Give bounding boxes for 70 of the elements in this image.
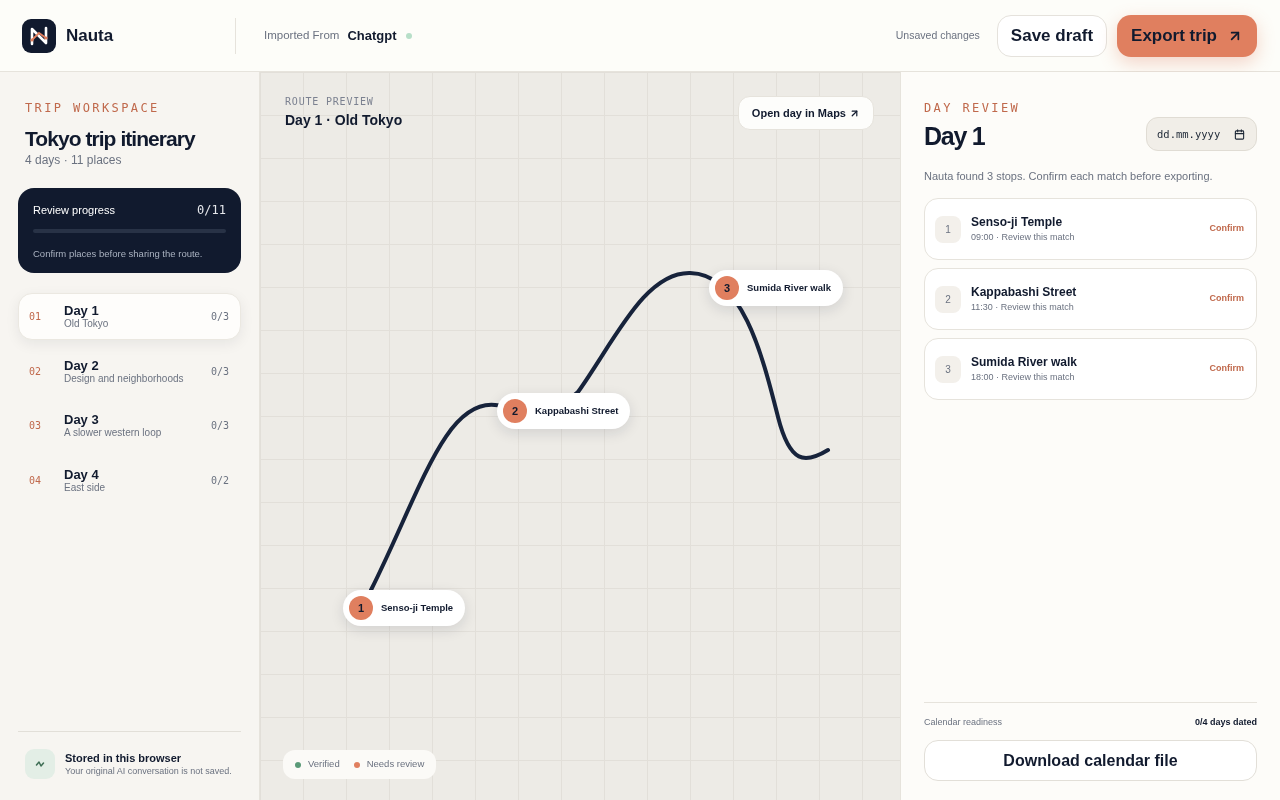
marker-name: Kappabashi Street — [535, 403, 619, 418]
day-number: 03 — [29, 419, 43, 433]
stop-number: 2 — [935, 285, 961, 313]
progress-count: 0/11 — [197, 202, 226, 218]
map-marker[interactable]: 2 Kappabashi Street — [497, 393, 631, 429]
stop-name: Senso-ji Temple — [971, 215, 1064, 230]
download-calendar-button[interactable]: Download calendar file — [924, 740, 1257, 781]
day-count: 0/3 — [210, 419, 229, 433]
stop-name: Kappabashi Street — [971, 285, 1077, 300]
trip-summary: 4 days · 11 places — [25, 152, 123, 168]
day-count: 0/2 — [210, 473, 229, 488]
day-item[interactable]: 01 Day 1 Old Tokyo 0/3 — [18, 293, 241, 340]
confirm-button[interactable]: Confirm — [1209, 222, 1244, 236]
section-eyebrow: DAY REVIEW — [924, 100, 1021, 116]
stop-name: Sumida River walk — [971, 355, 1078, 370]
day-number: 01 — [29, 310, 43, 324]
day-title: Day 4 — [64, 466, 100, 482]
stop-number: 3 — [935, 355, 961, 383]
route-title: Day 1 · Old Tokyo — [285, 111, 403, 129]
day-title: Day 3 — [64, 412, 100, 427]
open-maps-button[interactable]: Open day in Maps — [737, 96, 874, 130]
day-number: 02 — [29, 364, 43, 379]
day-count: 0/3 — [210, 310, 229, 324]
section-eyebrow: ROUTE PREVIEW — [285, 96, 375, 108]
brand-name: Nauta — [66, 24, 114, 47]
stop-meta: 11:30 · Review this match — [971, 301, 1075, 313]
day-item[interactable]: 03 Day 3 A slower western loop 0/3 — [18, 402, 241, 449]
marker-name: Sumida River walk — [747, 280, 831, 295]
logo-icon — [22, 18, 56, 53]
day-number: 04 — [29, 473, 43, 488]
day-subtitle: Design and neighborhoods — [64, 372, 184, 385]
save-status: Unsaved changes — [895, 27, 980, 43]
calendar-icon — [1234, 128, 1245, 140]
map-marker[interactable]: 1 Senso-ji Temple — [343, 590, 466, 626]
legend-label: Verified — [308, 757, 340, 772]
day-subtitle: Old Tokyo — [64, 318, 109, 330]
confirm-button[interactable]: Confirm — [1209, 362, 1244, 376]
readiness-label: Calendar readiness — [924, 716, 1003, 728]
import-source: Chatgpt — [347, 26, 397, 45]
section-eyebrow: TRIP WORKSPACE — [25, 100, 161, 116]
day-subtitle: A slower western loop — [64, 427, 162, 439]
marker-number: 2 — [503, 399, 527, 423]
progress-label: Review progress — [33, 203, 115, 218]
day-title: Day 1 — [64, 303, 100, 318]
marker-number: 3 — [715, 276, 739, 300]
save-draft-button[interactable]: Save draft — [996, 14, 1108, 57]
day-item[interactable]: 02 Day 2 Design and neighborhoods 0/3 — [18, 347, 241, 395]
day-title: Day 2 — [64, 357, 100, 373]
zigzag-icon — [25, 749, 55, 779]
review-intro: Nauta found 3 stops. Confirm each match before exporting. — [924, 169, 1214, 183]
stop-meta: 09:00 · Review this match — [971, 231, 1075, 243]
trip-title: Tokyo trip itinerary — [25, 126, 197, 152]
day-subtitle: East side — [64, 481, 106, 494]
day-count: 0/3 — [210, 364, 229, 379]
import-label: Imported From — [264, 27, 340, 43]
readiness-value: 0/4 days dated — [1194, 716, 1257, 728]
export-button[interactable]: Export trip — [1117, 14, 1257, 57]
confirm-button[interactable]: Confirm — [1209, 292, 1244, 306]
storage-note: Your original AI conversation is not saved. — [65, 765, 232, 777]
stop-meta: 18:00 · Review this match — [971, 371, 1076, 383]
storage-title: Stored in this browser — [65, 751, 183, 765]
map-marker[interactable]: 3 Sumida River walk — [709, 270, 843, 306]
progress-note: Confirm places before sharing the route. — [33, 247, 204, 261]
stop-number: 1 — [935, 215, 961, 243]
marker-name: Senso-ji Temple — [381, 600, 454, 615]
day-heading: Day 1 — [924, 121, 986, 151]
date-field[interactable]: dd.mm.yyyy — [1146, 117, 1257, 151]
day-item[interactable]: 04 Day 4 East side 0/2 — [18, 456, 241, 504]
legend-label: Needs review — [366, 757, 425, 772]
marker-number: 1 — [349, 596, 373, 620]
